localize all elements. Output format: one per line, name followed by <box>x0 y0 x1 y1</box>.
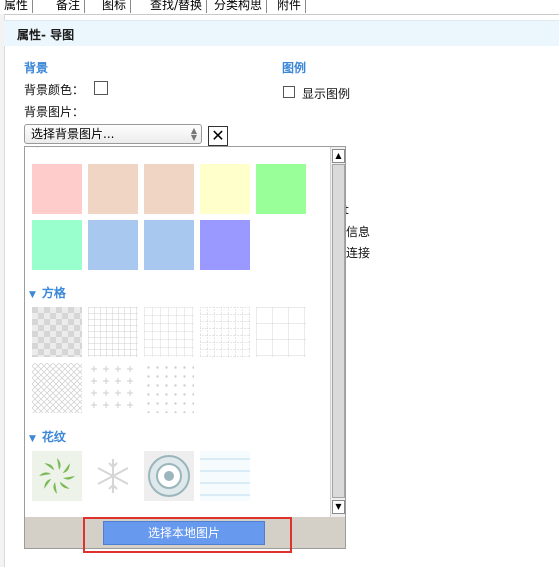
pattern-mandala[interactable] <box>144 451 194 501</box>
background-color-picker[interactable] <box>94 81 108 95</box>
pattern-lines[interactable] <box>200 451 250 501</box>
pattern-diamond[interactable] <box>32 363 82 413</box>
background-image-popup: ▾ ▼方格 <box>24 146 346 549</box>
pattern-green-swirl[interactable] <box>32 451 82 501</box>
show-legend-label: 显示图例 <box>302 87 351 101</box>
expand-triangle-icon: ▼ <box>29 434 36 444</box>
tab-notes[interactable]: 备注 <box>52 0 86 13</box>
swatch-3[interactable] <box>144 164 194 214</box>
background-image-label: 背景图片： <box>24 105 85 119</box>
swatch-9[interactable] <box>200 220 250 270</box>
hidden-option-2: 信息 <box>346 225 371 239</box>
background-color-label: 背景颜色： <box>24 83 85 97</box>
swatch-5[interactable] <box>256 164 306 214</box>
select-arrows-icon: ▲ ▼ <box>190 126 197 142</box>
page-title: 属性- 导图 <box>17 28 75 42</box>
popup-content: ▾ ▼方格 <box>25 147 330 517</box>
swatch-2[interactable] <box>88 164 138 214</box>
pattern-crosses[interactable] <box>88 363 138 413</box>
background-image-select[interactable]: 选择背景图片... ▲ ▼ <box>24 124 202 144</box>
properties-header: 属性- 导图 <box>4 20 559 46</box>
left-edge <box>0 14 5 567</box>
tab-icons[interactable]: 图标 <box>98 0 132 13</box>
scroll-up-icon[interactable]: ▲ <box>332 149 345 163</box>
tab-attachments[interactable]: 附件 <box>273 0 307 13</box>
pattern-large-grid[interactable] <box>256 307 306 357</box>
pattern-dashed-grid[interactable] <box>200 307 250 357</box>
tab-category[interactable]: 分类构思 <box>210 0 268 13</box>
background-section-title: 背景 <box>24 61 49 75</box>
clipped-group-header: ▾ <box>35 147 75 151</box>
tab-properties[interactable]: 属性 <box>0 0 34 13</box>
pattern-checker[interactable] <box>32 307 82 357</box>
pattern-grid[interactable] <box>144 307 194 357</box>
swatch-7[interactable] <box>88 220 138 270</box>
group-title-grid[interactable]: ▼ 方格 <box>29 284 66 301</box>
pattern-fine-grid[interactable] <box>88 307 138 357</box>
swatch-6[interactable] <box>32 220 82 270</box>
swatch-4[interactable] <box>200 164 250 214</box>
expand-triangle-icon: ▼ <box>29 290 36 300</box>
highlight-box <box>83 517 292 553</box>
swatch-1[interactable] <box>32 164 82 214</box>
tab-find-replace[interactable]: 查找/替换 <box>146 0 208 13</box>
group-title-floral[interactable]: ▼ 花纹 <box>29 428 66 445</box>
snowflake-icon[interactable] <box>88 451 138 501</box>
background-image-select-value: 选择背景图片... <box>31 127 115 141</box>
swatch-8[interactable] <box>144 220 194 270</box>
hidden-option-3: 连接 <box>346 246 371 260</box>
scroll-thumb[interactable] <box>332 164 345 498</box>
tab-bar: 属性 备注 图标 查找/替换 分类构思 附件 <box>0 0 559 15</box>
show-legend-checkbox[interactable] <box>283 86 295 98</box>
popup-scrollbar[interactable]: ▲ ▼ <box>330 147 345 517</box>
pattern-dots[interactable] <box>144 363 194 413</box>
clear-image-button[interactable]: ✕ <box>208 126 228 146</box>
scroll-down-icon[interactable]: ▼ <box>332 500 345 514</box>
legend-section-title: 图例 <box>282 61 307 75</box>
